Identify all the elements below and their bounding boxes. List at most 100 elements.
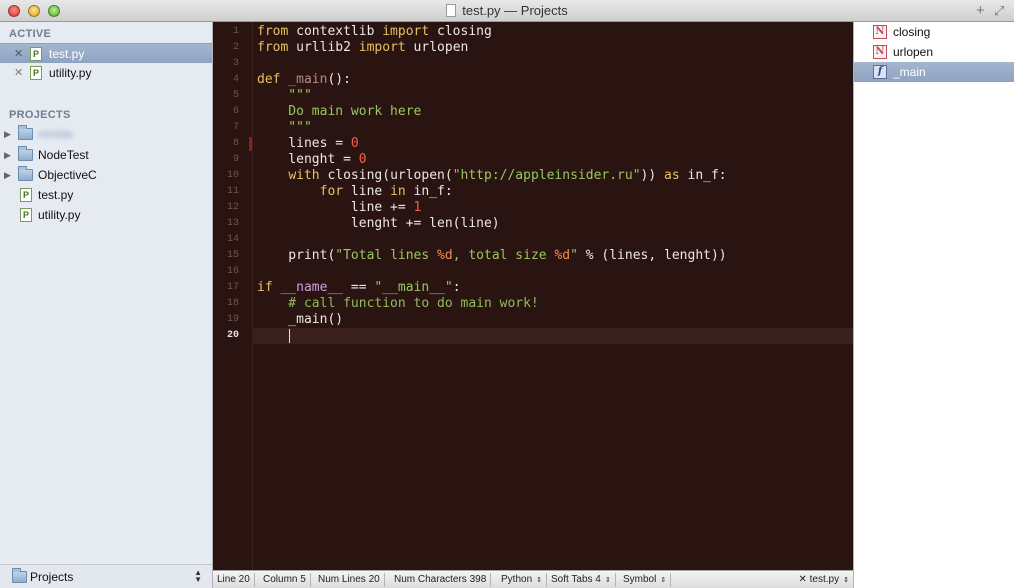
line-number: 8 bbox=[232, 138, 239, 149]
project-folder-objectivec[interactable]: ▶ ObjectiveC bbox=[0, 165, 212, 185]
code-text: in_f: bbox=[405, 184, 453, 199]
code-text: line bbox=[343, 184, 391, 199]
code-text: == bbox=[343, 280, 375, 295]
line-number: 19 bbox=[226, 314, 239, 325]
code-text: in_f: bbox=[679, 168, 727, 183]
code-text: lines = bbox=[257, 136, 351, 151]
code-line-8: lines = 0 bbox=[257, 136, 359, 151]
disclosure-triangle-icon[interactable]: ▶ bbox=[4, 145, 11, 165]
line-number: 5 bbox=[232, 90, 239, 101]
status-num-lines: Num Lines 20 bbox=[314, 573, 385, 587]
number-literal: 0 bbox=[350, 136, 359, 151]
fullscreen-icon[interactable]: ⤢ bbox=[994, 3, 1004, 19]
symbol-item-main[interactable]: f _main bbox=[854, 62, 1014, 82]
line-number: 11 bbox=[226, 186, 239, 197]
line-number: 15 bbox=[226, 250, 239, 261]
code-line-17: if __name__ == "__main__": bbox=[257, 280, 461, 295]
add-icon[interactable]: + bbox=[976, 2, 985, 19]
folder-icon bbox=[18, 125, 33, 140]
code-line-6: Do main work here bbox=[257, 104, 422, 119]
python-file-icon: P bbox=[20, 188, 32, 202]
number-literal: 1 bbox=[413, 200, 422, 215]
line-number: 14 bbox=[226, 234, 239, 245]
keyword: def bbox=[257, 72, 281, 87]
line-number-gutter: 1 2 3 4 5 6 7 8 9 10 11 12 13 14 15 16 17 18 19 20 bbox=[213, 22, 253, 570]
close-icon[interactable]: ✕ bbox=[798, 574, 809, 585]
string-literal: , total size bbox=[452, 248, 555, 263]
python-file-icon: P bbox=[30, 47, 42, 61]
document-icon bbox=[446, 4, 457, 17]
project-file-label: utility.py bbox=[38, 208, 81, 222]
code-text: urlopen bbox=[405, 40, 469, 55]
python-file-icon: P bbox=[20, 208, 32, 222]
active-file-test-py[interactable]: ✕ P test.py bbox=[0, 43, 212, 63]
code-line-18: # call function to do main work! bbox=[257, 296, 539, 311]
folder-icon bbox=[18, 166, 33, 181]
symbol-label: Symbol bbox=[623, 574, 657, 585]
tab-size-selector[interactable]: Soft Tabs 4 ⇕ bbox=[547, 573, 616, 587]
line-number: 6 bbox=[232, 106, 239, 117]
code-text: line += bbox=[257, 200, 414, 215]
close-tab-icon[interactable]: ✕ bbox=[14, 63, 23, 83]
keyword: in bbox=[390, 184, 406, 199]
active-section-header: ACTIVE bbox=[9, 28, 52, 40]
symbol-label: _main bbox=[893, 65, 926, 79]
format-specifier: %d bbox=[554, 248, 571, 263]
code-line-11: for line in in_f: bbox=[257, 184, 453, 199]
code-text: lenght = bbox=[257, 152, 359, 167]
disclosure-triangle-icon[interactable]: ▶ bbox=[4, 165, 11, 185]
active-file-utility-py[interactable]: ✕ P utility.py bbox=[0, 63, 212, 83]
import-symbol-icon: N bbox=[873, 25, 887, 39]
line-number: 17 bbox=[226, 282, 239, 293]
project-file-test-py[interactable]: P test.py bbox=[0, 185, 212, 205]
project-folder-label: nimble bbox=[38, 127, 74, 141]
code-line-13: lenght += len(line) bbox=[257, 216, 500, 231]
dunder-name: __name__ bbox=[280, 280, 344, 295]
symbol-label: urlopen bbox=[893, 45, 934, 59]
folder-icon bbox=[18, 146, 33, 161]
code-text: closing bbox=[429, 24, 492, 39]
code-line-4: def _main(): bbox=[257, 72, 351, 87]
code-text: lenght += len(line) bbox=[257, 216, 500, 231]
file-selector[interactable]: ✕ test.py ⇕ bbox=[798, 573, 849, 588]
up-down-arrows-icon: ▲ ▼ bbox=[194, 568, 202, 584]
project-file-utility-py[interactable]: P utility.py bbox=[0, 205, 212, 225]
code-text: % (lines, lenght)) bbox=[577, 248, 727, 263]
line-number: 3 bbox=[232, 58, 239, 69]
up-down-arrows-icon: ⇕ bbox=[843, 577, 849, 584]
function-name: _main bbox=[288, 72, 328, 87]
code-text: closing(urlopen( bbox=[319, 168, 453, 183]
keyword: import bbox=[358, 40, 406, 55]
close-tab-icon[interactable]: ✕ bbox=[14, 44, 23, 64]
line-marker bbox=[249, 137, 252, 151]
status-num-characters: Num Characters 398 bbox=[390, 573, 492, 587]
line-number: 13 bbox=[226, 218, 239, 229]
symbol-selector[interactable]: Symbol ⇕ bbox=[619, 573, 672, 587]
text-cursor bbox=[289, 329, 290, 343]
line-number: 2 bbox=[232, 42, 239, 53]
keyword: import bbox=[382, 24, 430, 39]
up-down-arrows-icon: ⇕ bbox=[536, 577, 543, 584]
code-text: : bbox=[452, 280, 461, 295]
window-title: test.py — Projects bbox=[462, 3, 568, 18]
symbol-item-closing[interactable]: N closing bbox=[854, 22, 1014, 42]
disclosure-triangle-icon[interactable]: ▶ bbox=[4, 124, 11, 144]
code-line-2: from urllib2 import urlopen bbox=[257, 40, 468, 55]
symbol-label: closing bbox=[893, 25, 931, 39]
string-literal: "Total lines bbox=[335, 248, 438, 263]
code-text: (): bbox=[327, 72, 351, 87]
project-folder-nimble[interactable]: ▶ nimble bbox=[0, 124, 212, 144]
keyword: with bbox=[288, 168, 320, 183]
symbols-panel: N closing N urlopen f _main bbox=[853, 22, 1014, 588]
project-selector[interactable]: Projects ▲ ▼ bbox=[0, 564, 212, 588]
symbol-item-urlopen[interactable]: N urlopen bbox=[854, 42, 1014, 62]
line-number: 16 bbox=[226, 266, 239, 277]
project-selector-label: Projects bbox=[30, 570, 74, 584]
code-editor[interactable]: 1 2 3 4 5 6 7 8 9 10 11 12 13 14 15 16 17 18 19 20 from con… bbox=[213, 22, 853, 570]
line-number: 9 bbox=[232, 154, 239, 165]
project-folder-nodetest[interactable]: ▶ NodeTest bbox=[0, 145, 212, 165]
language-selector[interactable]: Python ⇕ bbox=[497, 573, 548, 587]
line-number: 10 bbox=[226, 170, 239, 181]
line-number: 7 bbox=[232, 122, 239, 133]
